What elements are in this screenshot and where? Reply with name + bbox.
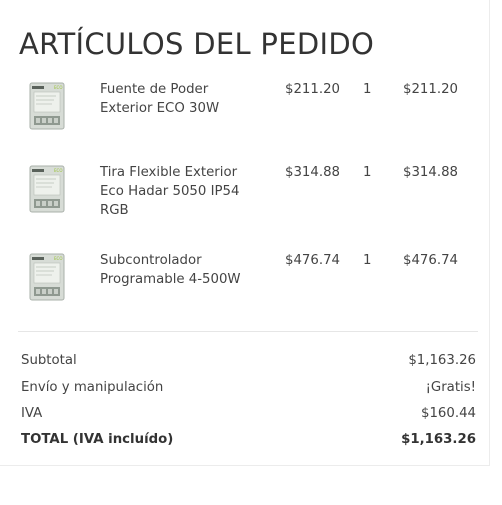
shipping-label: Envío y manipulación xyxy=(21,380,164,395)
item-quantity: 1 xyxy=(363,253,372,268)
svg-text:ECO: ECO xyxy=(54,256,62,261)
item-total: $211.20 xyxy=(403,82,458,97)
summary-divider xyxy=(18,331,478,332)
tax-label: IVA xyxy=(21,406,43,421)
item-quantity: 1 xyxy=(363,165,372,180)
item-price: $476.74 xyxy=(285,253,340,268)
svg-text:ECO: ECO xyxy=(54,168,62,173)
order-item: ECO Subcontrolador Programable 4-500W $4… xyxy=(0,251,490,331)
product-thumbnail[interactable]: ECO xyxy=(21,163,73,215)
power-supply-product-icon: ECO xyxy=(29,82,65,130)
shipping-row: Envío y manipulación ¡Gratis! xyxy=(21,378,476,398)
item-total: $476.74 xyxy=(403,253,458,268)
subtotal-value: $1,163.26 xyxy=(408,353,476,368)
item-total: $314.88 xyxy=(403,165,458,180)
grand-total-label: TOTAL (IVA incluído) xyxy=(21,432,174,447)
tax-row: IVA $160.44 xyxy=(21,404,476,424)
order-item: ECO Tira Flexible Exterior Eco Hadar 505… xyxy=(0,163,490,243)
item-name[interactable]: Subcontrolador Programable 4-500W xyxy=(100,251,260,289)
order-item: ECO Fuente de Poder Exterior ECO 30W $21… xyxy=(0,80,490,160)
order-items-title: ARTÍCULOS DEL PEDIDO xyxy=(19,27,375,61)
product-thumbnail[interactable]: ECO xyxy=(21,251,73,303)
power-supply-product-icon: ECO xyxy=(29,165,65,213)
shipping-value: ¡Gratis! xyxy=(425,380,476,395)
svg-text:ECO: ECO xyxy=(54,85,62,90)
grand-total-row: TOTAL (IVA incluído) $1,163.26 xyxy=(21,430,476,450)
item-price: $211.20 xyxy=(285,82,340,97)
item-price: $314.88 xyxy=(285,165,340,180)
subtotal-label: Subtotal xyxy=(21,353,77,368)
order-items-panel: ARTÍCULOS DEL PEDIDO ECO Fuente de Poder… xyxy=(0,0,490,466)
item-quantity: 1 xyxy=(363,82,372,97)
item-name[interactable]: Fuente de Poder Exterior ECO 30W xyxy=(100,80,260,118)
item-name[interactable]: Tira Flexible Exterior Eco Hadar 5050 IP… xyxy=(100,163,260,220)
product-thumbnail[interactable]: ECO xyxy=(21,80,73,132)
tax-value: $160.44 xyxy=(421,406,476,421)
subtotal-row: Subtotal $1,163.26 xyxy=(21,351,476,371)
grand-total-value: $1,163.26 xyxy=(401,432,476,447)
power-supply-product-icon: ECO xyxy=(29,253,65,301)
